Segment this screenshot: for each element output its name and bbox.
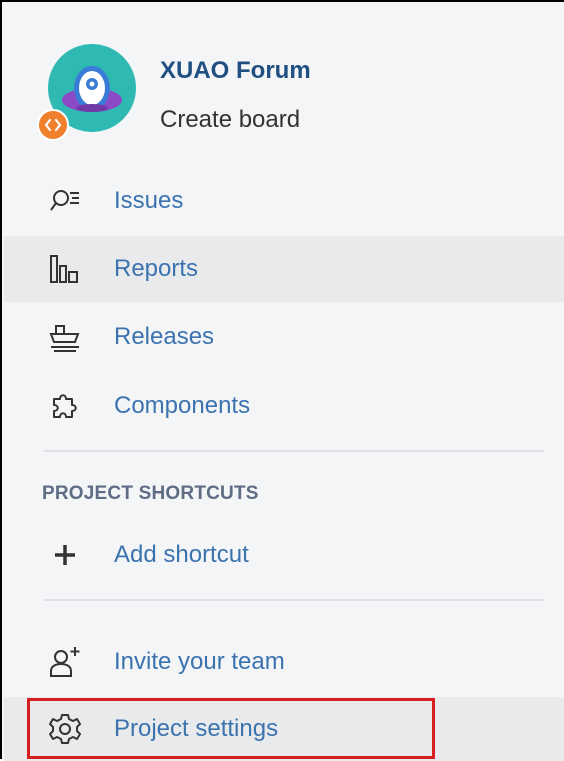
nav-label-components: Components [114,392,251,419]
project-header: XUAO Forum Create board [37,42,542,152]
add-shortcut-button[interactable]: Add shortcut [4,522,564,588]
invite-team-label: Invite your team [114,648,285,675]
issues-search-icon [48,184,82,218]
nav-label-reports: Reports [114,255,199,282]
plus-icon [48,538,82,572]
divider [44,599,544,601]
releases-ship-icon [48,320,82,354]
components-puzzle-icon [48,389,82,423]
nav-item-components[interactable]: Components [4,373,564,439]
project-name[interactable]: XUAO Forum [160,57,311,85]
section-heading-shortcuts: PROJECT SHORTCUTS [42,483,259,504]
add-user-icon [48,645,82,679]
highlight-box [27,698,435,759]
nav-item-reports[interactable]: Reports [4,236,564,302]
divider [44,450,544,452]
project-sidebar: XUAO Forum Create board Issues Reports R… [0,0,564,761]
create-board-link[interactable]: Create board [160,106,300,134]
nav-label-releases: Releases [114,323,215,350]
nav-label-issues: Issues [114,187,184,214]
invite-team-button[interactable]: Invite your team [4,629,564,695]
code-badge-icon [37,109,69,141]
nav-item-releases[interactable]: Releases [4,304,564,370]
nav-item-issues[interactable]: Issues [4,168,564,234]
add-shortcut-label: Add shortcut [114,541,249,568]
reports-bar-icon [48,252,82,286]
